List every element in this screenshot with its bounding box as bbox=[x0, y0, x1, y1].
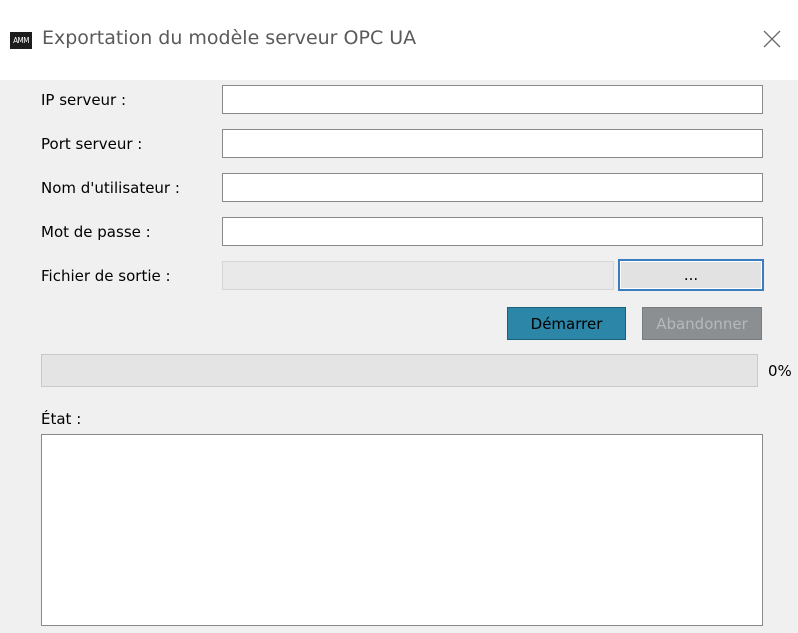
app-logo-icon: AMM bbox=[10, 32, 32, 49]
close-icon bbox=[763, 30, 781, 48]
start-button[interactable]: Démarrer bbox=[507, 307, 626, 340]
abort-button: Abandonner bbox=[642, 307, 762, 340]
output-file-label: Fichier de sortie : bbox=[41, 267, 171, 285]
output-file-input bbox=[222, 261, 614, 290]
port-input[interactable] bbox=[222, 129, 763, 158]
port-label: Port serveur : bbox=[41, 135, 143, 153]
status-log[interactable] bbox=[41, 434, 763, 626]
password-input[interactable] bbox=[222, 217, 763, 246]
ip-label: IP serveur : bbox=[41, 91, 127, 109]
close-button[interactable] bbox=[752, 22, 792, 56]
password-label: Mot de passe : bbox=[41, 223, 151, 241]
title-bar: AMM Exportation du modèle serveur OPC UA bbox=[0, 0, 798, 80]
username-input[interactable] bbox=[222, 173, 763, 202]
progress-bar bbox=[41, 354, 758, 387]
window-title: Exportation du modèle serveur OPC UA bbox=[42, 27, 417, 49]
username-label: Nom d'utilisateur : bbox=[41, 179, 180, 197]
ip-input[interactable] bbox=[222, 85, 763, 114]
status-label: État : bbox=[41, 410, 82, 428]
browse-button[interactable]: ... bbox=[618, 259, 764, 291]
progress-percent: 0% bbox=[768, 362, 792, 380]
